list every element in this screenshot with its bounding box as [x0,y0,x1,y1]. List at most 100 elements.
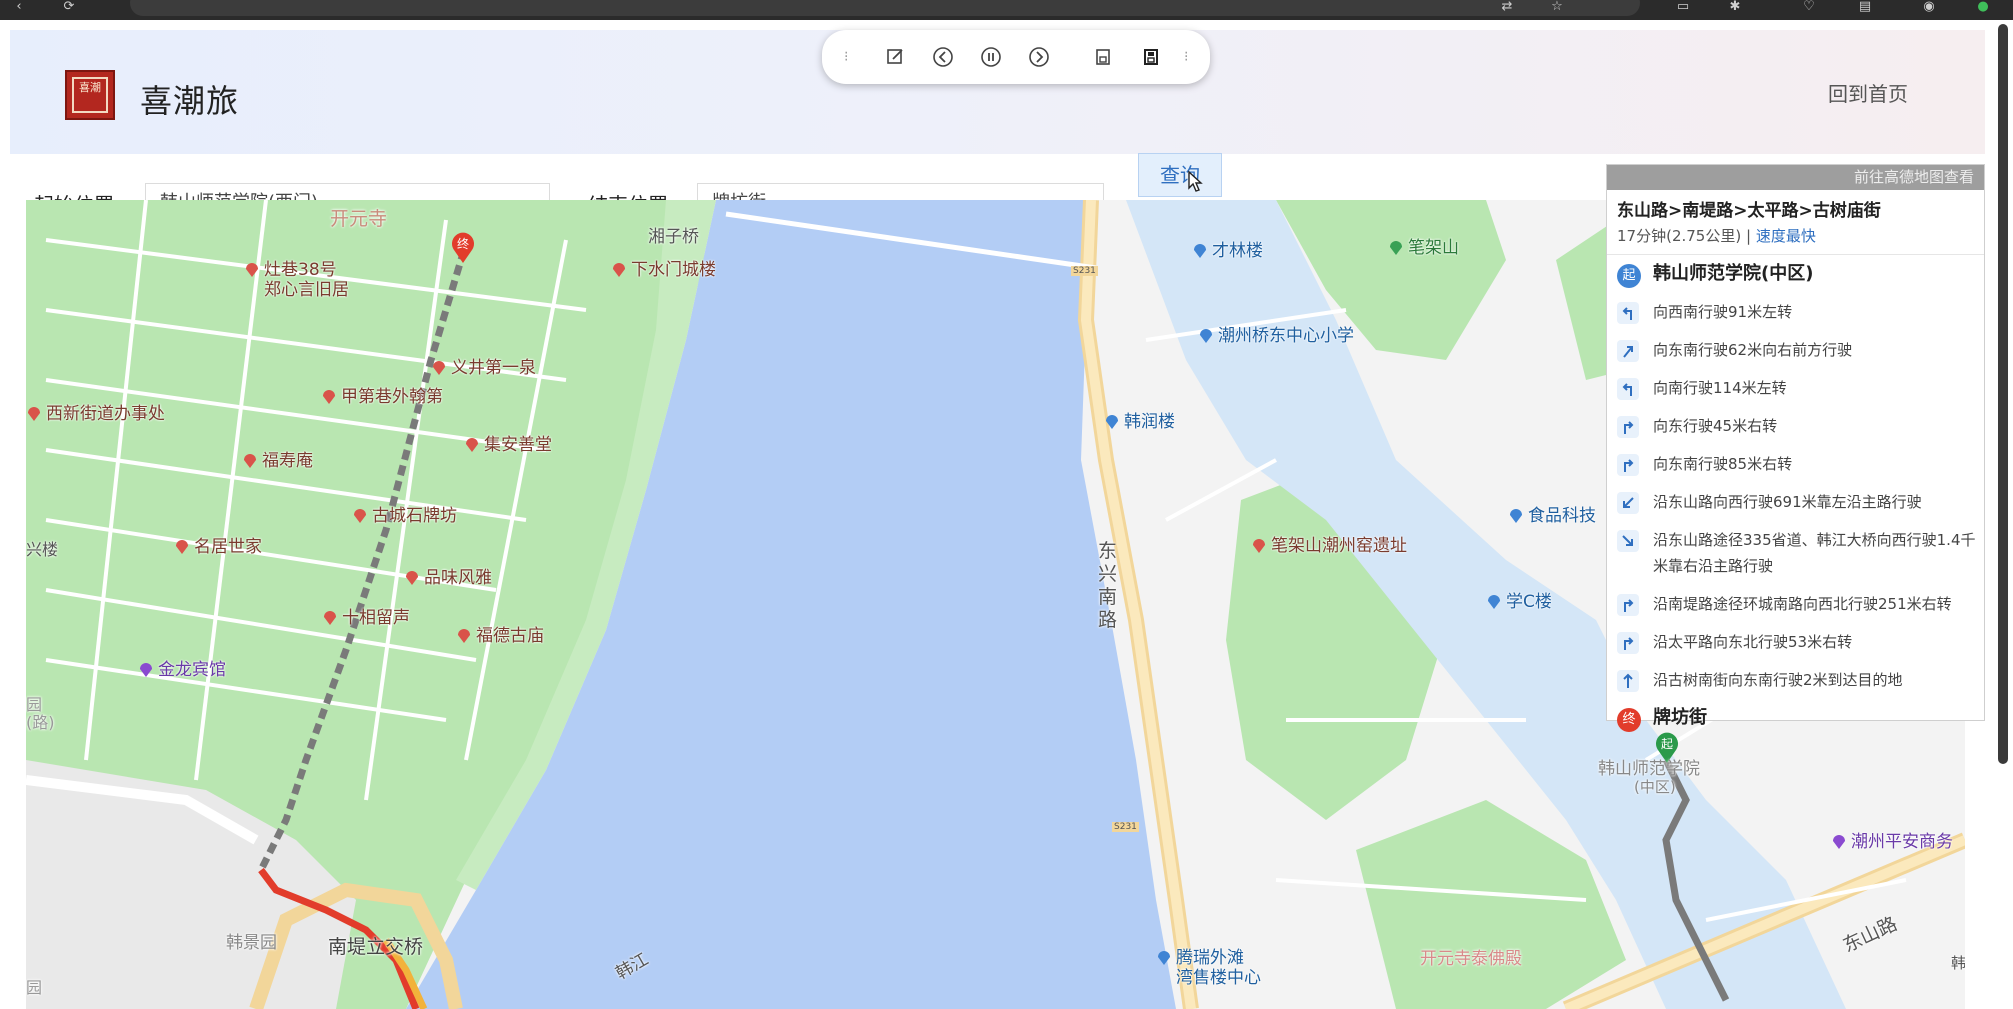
route-step[interactable]: 向东南行驶62米向右前方行驶 [1607,331,1984,369]
label-road-shield-a: S231 [1071,266,1098,276]
poi-tengrui[interactable]: 腾瑞外滩 湾售楼中心 [1156,948,1261,988]
poi-zaoxiang[interactable]: 灶巷38号 郑心言旧居 [244,260,349,300]
poi-shixiang[interactable]: 十相留声 [322,608,410,628]
poi-sublabel: 湾售楼中心 [1176,968,1261,988]
pause-icon[interactable] [978,44,1004,70]
save-as-icon[interactable] [1138,44,1164,70]
edit-icon[interactable] [882,44,908,70]
address-bar[interactable] [130,0,1640,16]
query-button[interactable]: 查询 [1138,153,1222,197]
building-pin-icon [1106,415,1118,429]
label-kaiyuan-top: 开元寺 [330,208,388,230]
route-step[interactable]: 向南行驶114米左转 [1607,369,1984,407]
logo-text: 喜潮 [72,77,108,113]
poi-label: 金龙宾馆 [158,660,226,680]
poi-pin-icon [466,438,478,452]
label-xinglou: 兴楼 [26,540,59,559]
end-marker-icon[interactable]: 终 [450,230,476,264]
poi-label: 下水门城楼 [631,260,716,280]
start-badge-icon: 起 [1617,264,1641,288]
route-step-text: 向东南行驶62米向右前方行驶 [1653,341,1853,359]
poi-label: 甲第巷外翰第 [341,387,443,407]
label-han-right: 韩 [1951,954,1965,972]
route-end[interactable]: 终 牌坊街 [1607,699,1984,737]
poi-sublabel: 郑心言旧居 [264,280,349,300]
poi-bijiashan[interactable]: 笔架山 [1388,238,1459,258]
toolbar-grip-left-icon[interactable]: ⁝ [844,48,848,66]
route-step-text: 沿太平路向东北行驶53米右转 [1653,633,1853,651]
straight-icon [1617,670,1639,692]
label-kaiyuan-bottom: 开元寺泰佛殿 [1420,949,1522,969]
favorites-icon[interactable]: ♡ [1800,0,1818,14]
refresh-icon[interactable]: ⟳ [60,0,78,14]
poi-fushouan[interactable]: 福寿庵 [242,451,313,471]
site-logo: 喜潮 [65,70,115,120]
route-step[interactable]: 向西南行驶91米左转 [1607,293,1984,331]
route-step[interactable]: 沿南堤路途径环城南路向西北行驶251米右转 [1607,585,1984,623]
route-step[interactable]: 向东行驶45米右转 [1607,407,1984,445]
route-time-distance: 17分钟(2.75公里) [1617,227,1742,245]
poi-pin-icon [458,629,470,643]
poi-pin-icon [244,454,256,468]
poi-label: 古城石牌坊 [372,506,457,526]
extensions-icon[interactable]: ✱ [1726,0,1744,14]
poi-label: 韩润楼 [1124,412,1175,432]
poi-pin-icon [406,571,418,585]
keep-right-icon [1617,530,1639,552]
poi-jinlong[interactable]: 金龙宾馆 [138,660,226,680]
page-scrollbar[interactable] [1998,24,2008,764]
route-step[interactable]: 沿东山路途径335省道、韩江大桥向西行驶1.4千米靠右沿主路行驶 [1607,521,1984,585]
poi-pingan[interactable]: 潮州平安商务 [1831,832,1953,852]
route-step-text: 沿南堤路途径环城南路向西北行驶251米右转 [1653,595,1952,613]
poi-qiaodong-school[interactable]: 潮州桥东中心小学 [1198,326,1354,346]
home-link[interactable]: 回到首页 [1828,78,1908,107]
poi-pin-icon [176,540,188,554]
poi-bijiashan-kiln[interactable]: 笔架山潮州窑遗址 [1251,536,1407,556]
poi-fude[interactable]: 福德古庙 [456,626,544,646]
route-step[interactable]: 向东南行驶85米右转 [1607,445,1984,483]
poi-pinwei[interactable]: 品味风雅 [404,568,492,588]
next-icon[interactable] [1026,44,1052,70]
open-in-amap-link[interactable]: 前往高德地图查看 [1607,165,1984,190]
bear-right-icon [1617,340,1639,362]
poi-xiashuimen[interactable]: 下水门城楼 [611,260,716,280]
profile-icon[interactable]: ◉ [1920,0,1938,14]
poi-label: 笔架山潮州窑遗址 [1271,536,1407,556]
prev-icon[interactable] [930,44,956,70]
route-step-text: 沿古树南街向东南行驶2米到达目的地 [1653,671,1903,689]
poi-gucheng[interactable]: 古城石牌坊 [352,506,457,526]
turn-right-icon [1617,594,1639,616]
copilot-icon[interactable]: ● [1974,0,1992,14]
label-yuan-road: 园(路) [26,695,55,732]
route-end-name: 牌坊街 [1653,707,1707,728]
poi-jiadixiang[interactable]: 甲第巷外翰第 [321,387,443,407]
svg-text:终: 终 [457,236,469,251]
route-step[interactable]: 沿东山路向西行驶691米靠左沿主路行驶 [1607,483,1984,521]
poi-label: 品味风雅 [424,568,492,588]
split-icon[interactable]: ▭ [1674,0,1692,14]
save-icon[interactable] [1090,44,1116,70]
poi-mingju[interactable]: 名居世家 [174,537,262,557]
label-road-shield-b: S231 [1112,822,1139,832]
keep-left-icon [1617,492,1639,514]
poi-cailin[interactable]: 才林楼 [1192,241,1263,261]
route-start[interactable]: 起 韩山师范学院(中区) [1607,255,1984,293]
poi-shipin[interactable]: 食品科技 [1508,506,1596,526]
poi-hanrun[interactable]: 韩润楼 [1104,412,1175,432]
collections-icon[interactable]: ▤ [1856,0,1874,14]
toolbar-grip-right-icon[interactable]: ⁝ [1184,48,1188,66]
poi-jian[interactable]: 集安善堂 [464,435,552,455]
poi-label: 笔架山 [1408,238,1459,258]
back-icon[interactable]: ‹ [10,0,28,14]
poi-label: 才林楼 [1212,241,1263,261]
translate-icon[interactable]: ⇄ [1498,0,1516,14]
poi-label: 十相留声 [342,608,410,628]
poi-label: 潮州桥东中心小学 [1218,326,1354,346]
poi-xixinjie[interactable]: 西新街道办事处 [26,404,165,424]
route-step[interactable]: 沿太平路向东北行驶53米右转 [1607,623,1984,661]
poi-xuec[interactable]: 学C楼 [1486,592,1552,612]
poi-yijing[interactable]: 义井第一泉 [431,358,536,378]
route-step[interactable]: 沿古树南街向东南行驶2米到达目的地 [1607,661,1984,699]
bookmark-icon[interactable]: ☆ [1548,0,1566,14]
label-nandi-bridge: 南堤立交桥 [328,936,424,958]
